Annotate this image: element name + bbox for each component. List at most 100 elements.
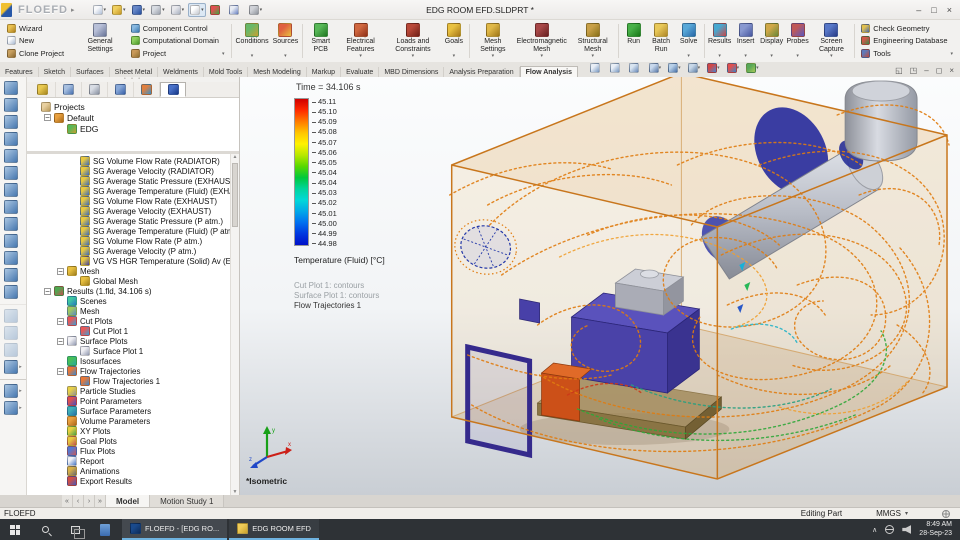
view-tool-button[interactable]: ▾ (608, 61, 625, 75)
view-tool-button[interactable]: ▾ (705, 61, 722, 75)
ribbon-button[interactable]: Sources ▾ (271, 21, 301, 61)
tree-item[interactable]: Particle Studies (27, 386, 230, 396)
tab-nav-button[interactable]: « (62, 495, 73, 507)
qat-button[interactable]: ▾ (91, 3, 109, 17)
qat-button[interactable]: ▾ (149, 3, 167, 17)
door-frame[interactable] (465, 343, 533, 459)
side-tool-button[interactable]: ▸ (4, 360, 22, 374)
tree-item[interactable]: SG Average Temperature (Fluid) (P atm.) (27, 226, 230, 236)
command-tab[interactable]: Surfaces (71, 67, 110, 77)
side-tool-button[interactable]: ▸ (0, 304, 26, 323)
side-tool-button[interactable]: ▸ (4, 217, 22, 231)
side-tool-button[interactable]: ▸ (4, 166, 22, 180)
maximize-button[interactable]: □ (931, 5, 936, 15)
pinned-app-button[interactable] (90, 519, 120, 540)
tab-nav-button[interactable]: ‹ (73, 495, 84, 507)
tree-item[interactable]: − Mesh (27, 266, 230, 276)
hidden-icons-chevron[interactable]: ∧ (872, 526, 877, 534)
view-tool-button[interactable]: ▾ (588, 61, 605, 75)
tree-item[interactable]: Cut Plot 1 (27, 326, 230, 336)
tree-item[interactable]: SG Volume Flow Rate (EXHAUST) (27, 196, 230, 206)
tree-item[interactable]: VG VS HGR Temperature (Solid) Av (ENGINE… (27, 256, 230, 266)
dropdown-caret-icon[interactable]: ▾ (123, 7, 126, 13)
view-tool-button[interactable]: ▾ (647, 61, 664, 75)
qat-button[interactable]: ▾ (169, 3, 187, 17)
legend-bar[interactable] (294, 98, 309, 246)
taskbar-app-button[interactable]: EDG ROOM EFD (229, 519, 319, 540)
tree-item[interactable]: Projects (27, 101, 239, 112)
ribbon-button[interactable]: Goals ▾ (441, 21, 467, 61)
tree-item[interactable]: Mesh (27, 306, 230, 316)
side-tool-button[interactable]: ▸ (4, 149, 22, 163)
ribbon-button[interactable]: Run▾ (621, 21, 647, 61)
doc-window-button[interactable]: ◳ (910, 66, 918, 75)
side-tool-button[interactable]: ▸ (4, 81, 22, 95)
dropdown-caret-icon[interactable]: ▾ (260, 7, 263, 13)
color-legend[interactable]: 45.11 45.10 45.09 45.08 45.07 45.06 45.05 45.04… (294, 98, 385, 311)
command-tab[interactable]: Markup (307, 67, 342, 77)
tree-item[interactable]: Flux Plots (27, 446, 230, 456)
view-tool-button[interactable]: ▾ (666, 61, 683, 75)
command-tab[interactable]: Weldments (158, 67, 204, 77)
tree-item[interactable]: Isosurfaces (27, 356, 230, 366)
tree-item[interactable]: Report (27, 456, 230, 466)
tree-expander[interactable]: − (57, 317, 64, 325)
close-button[interactable]: × (947, 5, 952, 15)
command-tab[interactable]: MBD Dimensions (379, 67, 445, 77)
scroll-thumb[interactable] (232, 163, 238, 227)
ribbon-button[interactable]: Screen Capture ▾ (811, 21, 853, 61)
ribbon-button[interactable]: Results ▾ (707, 21, 733, 61)
tree-item[interactable]: − Default (27, 112, 239, 123)
ribbon-button[interactable]: Electrical Features ▾ (336, 21, 385, 61)
view-tool-button[interactable]: ▾ (725, 61, 742, 75)
tree-item[interactable]: Surface Parameters (27, 406, 230, 416)
qat-button[interactable]: ▾ (188, 2, 206, 17)
tree-item[interactable]: − Cut Plots (27, 316, 230, 326)
volume-icon[interactable] (902, 525, 912, 534)
ribbon-button[interactable]: Tools ▾ (859, 48, 955, 60)
dropdown-caret-icon[interactable]: ▾ (201, 7, 204, 13)
tree-item[interactable]: Global Mesh (27, 276, 230, 286)
tree-item[interactable]: SG Volume Flow Rate (P atm.) (27, 236, 230, 246)
tree-item[interactable]: SG Volume Flow Rate (RADIATOR) (27, 156, 230, 166)
tree-item[interactable]: XY Plots (27, 426, 230, 436)
ribbon-button[interactable]: Structural Mesh ▾ (570, 21, 616, 61)
model-tab[interactable]: Model (106, 495, 151, 507)
ribbon-button[interactable]: Engineering Database▾ (859, 35, 955, 47)
doc-window-button[interactable]: ◱ (895, 66, 903, 75)
tree-expander[interactable]: − (57, 367, 64, 375)
ribbon-button[interactable]: General Settings▾ (75, 21, 126, 61)
ribbon-button[interactable]: Probes ▾ (785, 21, 811, 61)
tree-item[interactable]: EDG (27, 123, 239, 134)
side-tool-button[interactable]: ▸ (4, 234, 22, 248)
ribbon-button[interactable]: New▾ (5, 35, 72, 47)
control-box[interactable] (519, 298, 540, 324)
model-tab[interactable]: Motion Study 1 (150, 495, 225, 507)
side-tool-button[interactable]: ▸ (4, 115, 22, 129)
ribbon-button[interactable]: Display ▾ (759, 21, 785, 61)
tree-item[interactable]: Surface Plot 1 (27, 346, 230, 356)
qat-button[interactable]: ▾ (247, 3, 265, 17)
side-tool-button[interactable]: ▸ (4, 183, 22, 197)
panel-tab[interactable] (30, 82, 56, 97)
side-tool-button[interactable]: ▸ (4, 98, 22, 112)
graphics-viewport[interactable]: Time = 34.106 s 45.11 45.10 45.09 45.08 45.0… (240, 77, 960, 495)
side-tool-button[interactable]: ▸ (4, 200, 22, 214)
side-tool-button[interactable]: ▸ (4, 268, 22, 282)
command-tab[interactable]: Analysis Preparation (444, 67, 520, 77)
panel-tab[interactable] (134, 82, 160, 97)
doc-window-button[interactable]: × (949, 66, 954, 75)
tree-item[interactable]: Point Parameters (27, 396, 230, 406)
taskbar-app-button[interactable]: FLOEFD - [EDG RO... (122, 519, 228, 540)
dropdown-caret-icon[interactable]: ▾ (104, 7, 107, 13)
tree-item[interactable]: Volume Parameters (27, 416, 230, 426)
ribbon-button[interactable]: Batch Run▾ (647, 21, 676, 61)
tree-item[interactable]: Scenes (27, 296, 230, 306)
panel-tab[interactable] (82, 82, 108, 97)
ribbon-button[interactable]: Insert ▾ (733, 21, 759, 61)
tree-item[interactable]: SG Average Velocity (EXHAUST) (27, 206, 230, 216)
tree-item[interactable]: Goal Plots (27, 436, 230, 446)
side-tool-button[interactable]: ▸ (4, 343, 22, 357)
tree-expander[interactable]: − (44, 287, 51, 295)
qat-button[interactable]: ▾ (110, 3, 128, 17)
